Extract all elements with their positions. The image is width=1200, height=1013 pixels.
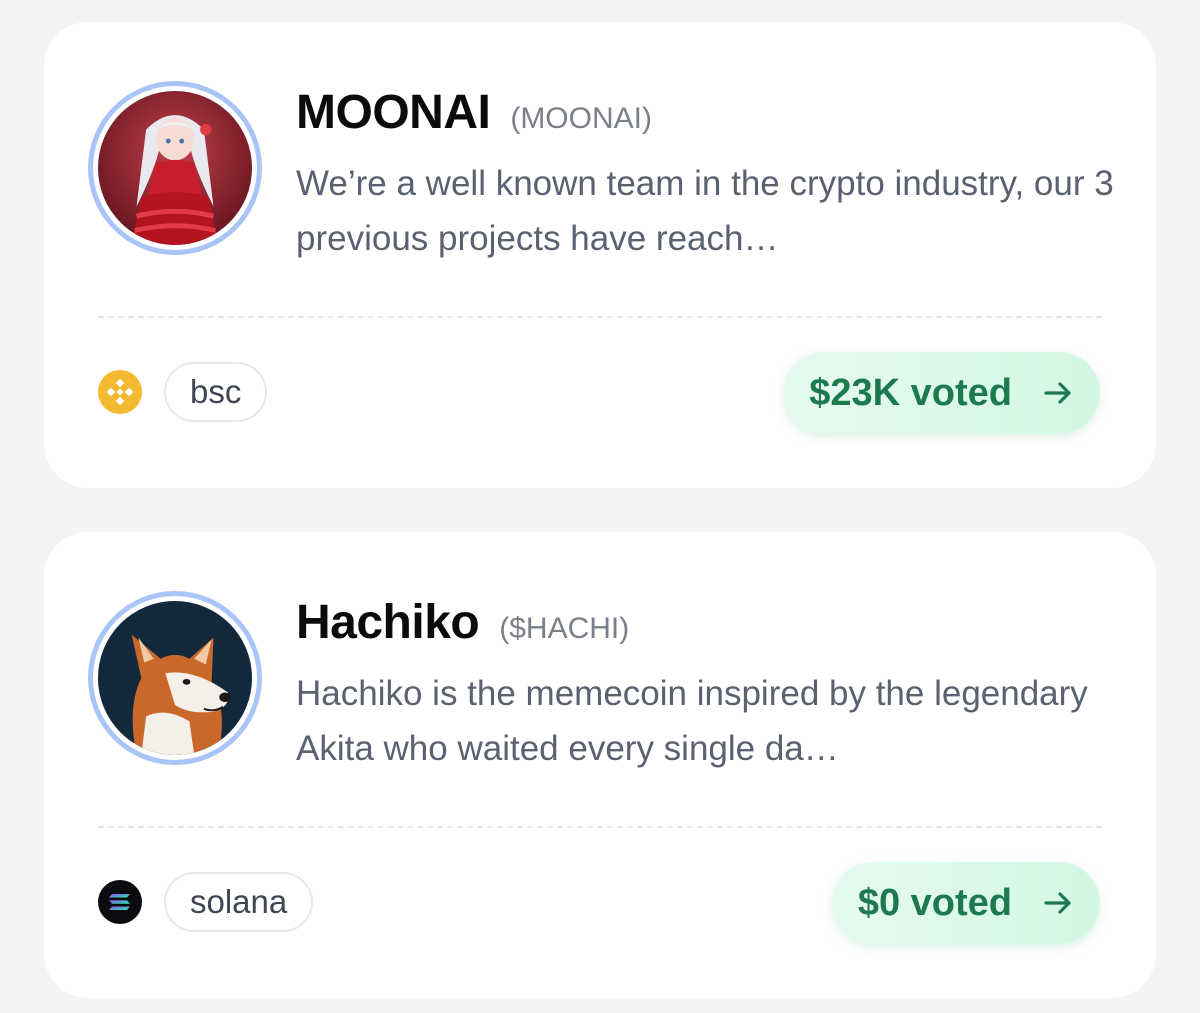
dashed-divider [98, 316, 1102, 318]
solana-icon [98, 880, 142, 924]
project-description: Hachiko is the memecoin inspired by the … [296, 674, 1088, 768]
project-description: We’re a well known team in the crypto in… [296, 164, 1114, 258]
arrow-right-icon [1042, 377, 1074, 409]
arrow-right-icon [1042, 887, 1074, 919]
avatar-image [93, 596, 257, 760]
project-avatar[interactable] [88, 591, 262, 765]
project-ticker: ($HACHI) [499, 612, 630, 645]
project-name: MOONAI [296, 86, 491, 139]
project-ticker: (MOONAI) [510, 102, 652, 135]
project-card-hachiko[interactable]: Hachiko ($HACHI) Hachiko is the memecoin … [44, 532, 1156, 998]
chain-tag[interactable]: solana [164, 872, 314, 932]
project-card-moonai[interactable]: MOONAI (MOONAI) We’re a well known team i… [44, 22, 1156, 488]
bnb-icon [98, 370, 142, 414]
avatar-image [93, 86, 257, 250]
project-title-row: MOONAI (MOONAI) [296, 85, 652, 140]
vote-amount: $23K voted [809, 371, 1012, 414]
project-avatar[interactable] [88, 81, 262, 255]
vote-button[interactable]: $0 voted [831, 862, 1100, 944]
chain-tag[interactable]: bsc [164, 362, 268, 422]
project-name: Hachiko [296, 596, 480, 649]
vote-amount: $0 voted [857, 881, 1012, 924]
vote-button[interactable]: $23K voted [783, 352, 1100, 434]
dashed-divider [98, 826, 1102, 828]
project-title-row: Hachiko ($HACHI) [296, 595, 629, 650]
